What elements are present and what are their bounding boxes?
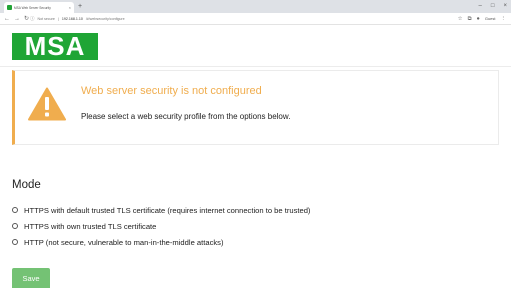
mode-option-http[interactable]: HTTP (not secure, vulnerable to man-in-t… [12, 234, 310, 250]
close-window-button[interactable]: × [503, 1, 507, 11]
option-label: HTTPS with own trusted TLS certificate [24, 221, 157, 231]
reload-button[interactable]: ↻ [24, 14, 29, 24]
address-bar[interactable]: ⓘ Not secure | 192.168.1.10 /#/websecuri… [30, 15, 410, 23]
logo-text: MSA [24, 31, 86, 61]
alert-message: Please select a web security profile fro… [81, 112, 291, 121]
back-button[interactable]: ← [4, 14, 10, 24]
option-label: HTTP (not secure, vulnerable to man-in-t… [24, 237, 224, 247]
warning-alert: Web server security is not configured Pl… [12, 70, 499, 145]
mode-option-https-default[interactable]: HTTPS with default trusted TLS certifica… [12, 202, 310, 218]
msa-logo: MSA [12, 33, 98, 60]
browser-tab[interactable]: MSA Web Server Security × [4, 2, 74, 13]
save-button[interactable]: Save [12, 268, 50, 288]
minimize-button[interactable]: – [479, 1, 482, 11]
address-divider: | [57, 17, 59, 21]
header-divider [0, 66, 511, 67]
menu-icon[interactable]: ⋮ [501, 14, 507, 24]
alert-title: Web server security is not configured [81, 85, 262, 97]
info-icon[interactable]: ⓘ [30, 16, 35, 22]
not-secure-label: Not secure [37, 17, 55, 21]
radio-http[interactable] [12, 239, 18, 245]
radio-https-own[interactable] [12, 223, 18, 229]
toolbar-actions: ☆ ⧉ ● Guest ⋮ [458, 14, 506, 24]
url-host: 192.168.1.10 [61, 17, 83, 21]
new-tab-button[interactable]: + [78, 2, 82, 11]
favicon-icon [7, 5, 12, 10]
mode-heading: Mode [12, 179, 41, 191]
mode-option-https-own[interactable]: HTTPS with own trusted TLS certificate [12, 218, 310, 234]
extensions-icon[interactable]: ⧉ [468, 14, 472, 24]
radio-https-default[interactable] [12, 207, 18, 213]
tab-close-icon[interactable]: × [69, 5, 71, 10]
browser-toolbar: ← → ↻ ⓘ Not secure | 192.168.1.10 /#/web… [0, 13, 511, 25]
warning-triangle-icon [28, 87, 66, 121]
mode-options: HTTPS with default trusted TLS certifica… [12, 202, 310, 250]
maximize-button[interactable]: □ [491, 1, 495, 11]
bookmark-star-icon[interactable]: ☆ [458, 14, 463, 24]
url-path: /#/websecurity/configure [85, 17, 125, 21]
account-label[interactable]: Guest [485, 14, 496, 24]
browser-tabstrip: MSA Web Server Security × + – □ × [0, 0, 511, 13]
tab-title: MSA Web Server Security [14, 5, 51, 10]
nav-buttons: ← → ↻ [4, 14, 29, 24]
option-label: HTTPS with default trusted TLS certifica… [24, 205, 311, 215]
window-controls: – □ × [479, 1, 507, 11]
forward-button[interactable]: → [14, 14, 20, 24]
account-icon[interactable]: ● [477, 14, 480, 24]
